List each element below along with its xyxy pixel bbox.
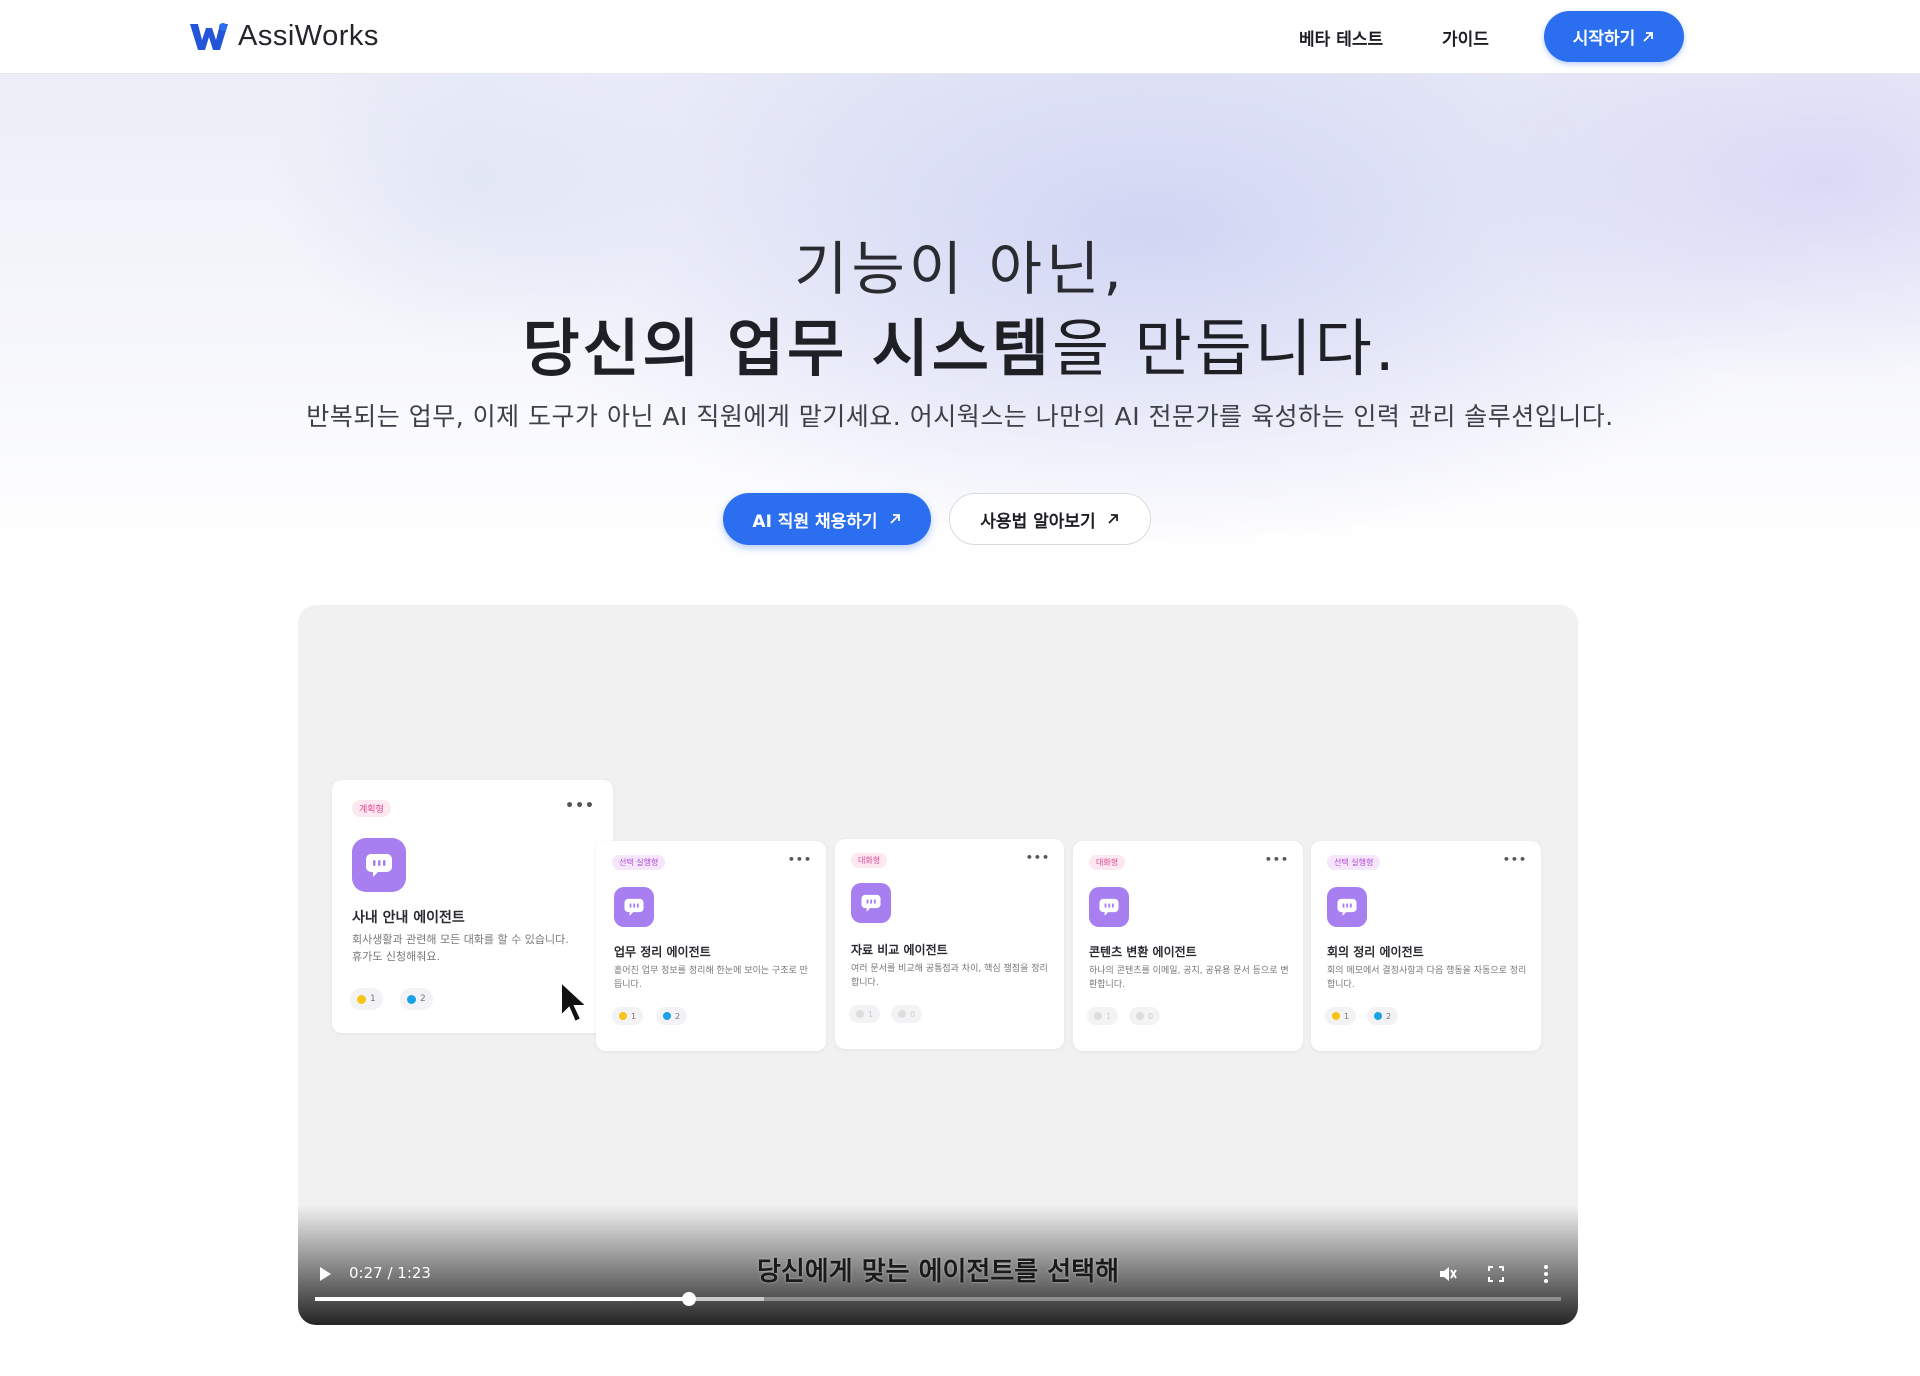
agent-title: 업무 정리 에이전트 [614,945,711,959]
more-horizontal-icon[interactable]: ••• [1265,853,1289,866]
chat-bubble-icon [1089,887,1129,927]
agent-type-badge: 대화형 [1089,855,1126,870]
file-count: 2 [1386,1011,1392,1021]
agent-title: 자료 비교 에이전트 [851,943,948,957]
agent-title: 콘텐츠 변환 에이전트 [1089,945,1197,959]
video-time: 0:27 / 1:23 [349,1264,431,1282]
agent-card[interactable]: 선택 실행형 ••• 회의 정리 에이전트 회의 메모에서 결정사항과 다음 행… [1311,841,1541,1051]
more-horizontal-icon[interactable]: ••• [788,853,812,866]
hero-title-rest: 을 만듭니다. [1051,312,1398,385]
hero-title-line1: 기능이 아닌, [794,235,1126,303]
agent-title: 회의 정리 에이전트 [1327,945,1424,959]
demo-video-player[interactable]: 계획형 ••• 사내 안내 에이전트 회사생활과 관련해 모든 대화를 할 수 … [298,605,1578,1325]
more-vert-icon[interactable] [1543,1264,1549,1284]
video-scrubber-handle[interactable] [681,1292,696,1306]
hire-ai-employee-button[interactable]: AI 직원 채용하기 [723,493,931,545]
learn-usage-label: 사용법 알아보기 [980,511,1096,532]
tool-count-chip: 1 [612,1007,644,1025]
fullscreen-icon[interactable] [1488,1266,1504,1282]
file-count-chip: 0 [891,1005,923,1023]
start-button[interactable]: 시작하기 [1544,11,1684,62]
nav-beta-test[interactable]: 베타 테스트 [1299,25,1383,50]
file-count-chip: 2 [400,988,433,1010]
tool-count-chip: 1 [1087,1007,1119,1025]
play-icon[interactable] [318,1266,332,1282]
tool-count: 1 [868,1009,874,1019]
file-count: 0 [1148,1011,1154,1021]
agent-type-badge: 계획형 [352,800,391,817]
agent-description: 회의 메모에서 결정사항과 다음 행동을 자동으로 정리합니다. [1327,966,1527,990]
tool-count: 1 [631,1011,637,1021]
more-horizontal-icon[interactable]: ••• [1026,851,1050,864]
more-horizontal-icon[interactable]: ••• [565,798,595,814]
file-count-chip: 0 [1129,1007,1161,1025]
video-progress-fill [315,1297,689,1301]
agent-type-badge: 대화형 [851,853,888,868]
file-count-chip: 2 [1367,1007,1399,1025]
tool-count-chip: 1 [1325,1007,1357,1025]
mute-icon[interactable] [1438,1264,1458,1284]
start-button-label: 시작하기 [1572,29,1636,49]
mouse-cursor-icon [560,980,590,1024]
tool-count: 1 [1106,1011,1112,1021]
agent-description: 회사생활과 관련해 모든 대화를 할 수 있습니다. 휴가도 신청해줘요. [352,933,569,963]
video-caption: 당신에게 맞는 에이전트를 선택해 [756,1257,1120,1287]
tool-count: 1 [1344,1011,1350,1021]
hire-ai-employee-label: AI 직원 채용하기 [752,511,878,532]
assiworks-logo-icon [190,22,228,50]
file-count-chip: 2 [656,1007,688,1025]
agent-card[interactable]: 대화형 ••• 콘텐츠 변환 에이전트 하나의 콘텐츠를 이메일, 공지, 공유… [1073,841,1303,1051]
brand-name: AssiWorks [238,20,379,52]
agent-description: 흩어진 업무 정보를 정리해 한눈에 보이는 구조로 만듭니다. [614,966,808,990]
video-progress-bar[interactable] [315,1292,1561,1306]
agent-description: 하나의 콘텐츠를 이메일, 공지, 공유용 문서 등으로 변환합니다. [1089,966,1289,990]
arrow-up-right-icon [1108,514,1118,524]
file-count: 2 [675,1011,681,1021]
chat-bubble-icon [614,887,654,927]
agent-title: 사내 안내 에이전트 [352,910,465,926]
arrow-up-right-icon [889,514,900,524]
agent-card[interactable]: 대화형 ••• 자료 비교 에이전트 여러 문서를 비교해 공통점과 차이, 핵… [835,839,1064,1049]
hero-title-line2: 당신의 업무 시스템을 만듭니다. [0,298,1920,388]
file-count: 0 [910,1009,916,1019]
tool-count-chip: 1 [350,988,383,1010]
chat-bubble-icon [851,883,891,923]
agent-type-badge: 선택 실행형 [612,855,666,870]
nav-guide[interactable]: 가이드 [1442,25,1489,50]
chat-bubble-icon [352,838,406,892]
tool-count: 1 [370,994,376,1004]
top-header: AssiWorks 베타 테스트 가이드 시작하기 [0,0,1920,74]
more-horizontal-icon[interactable]: ••• [1503,853,1527,866]
arrow-up-right-icon [1643,31,1654,42]
agent-description: 여러 문서를 비교해 공통점과 차이, 핵심 쟁점을 정리합니다. [851,964,1048,988]
brand-logo[interactable]: AssiWorks [190,20,379,53]
agent-card[interactable]: 선택 실행형 ••• 업무 정리 에이전트 흩어진 업무 정보를 정리해 한눈에… [596,841,826,1051]
agent-type-badge: 선택 실행형 [1327,855,1381,870]
hero-subtitle: 반복되는 업무, 이제 도구가 아닌 AI 직원에게 맡기세요. 어시웍스는 나… [306,402,1614,431]
tool-count-chip: 1 [849,1005,881,1023]
file-count: 2 [420,994,426,1004]
chat-bubble-icon [1327,887,1367,927]
hero-title-bold: 당신의 업무 시스템 [522,312,1052,385]
learn-usage-button[interactable]: 사용법 알아보기 [949,493,1151,545]
